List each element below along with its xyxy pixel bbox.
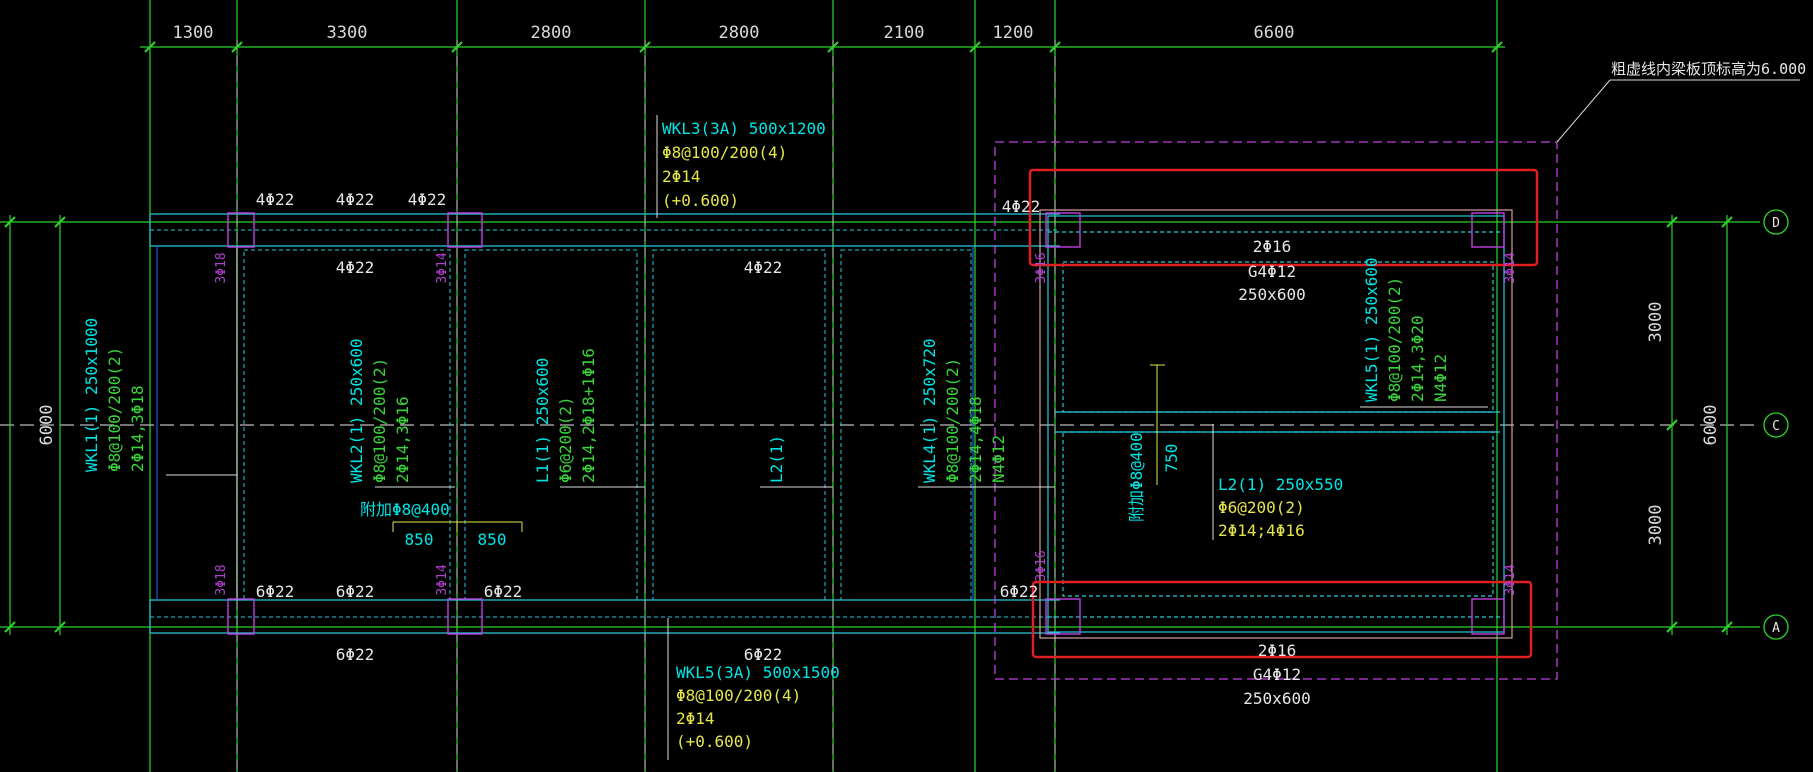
wkl1-line-2: Φ8@100/200(2) — [105, 347, 124, 472]
right-top-beam-labels: 2Φ16 G4Φ12 250x600 — [1238, 237, 1305, 304]
top-beam-size: 250x600 — [1238, 285, 1305, 304]
wkl5-1-annotation: WKL5(1) 250x600 Φ8@100/200(2) 2Φ14,3Φ20 … — [1362, 258, 1450, 403]
rebar-top-4: 4Φ22 — [1002, 197, 1041, 216]
spacing-850-left: 850 — [405, 530, 434, 549]
col-rebar-6: 3Φ14 — [435, 564, 450, 595]
dim-6600: 6600 — [1254, 23, 1295, 43]
bottom-rebar-labels: 6Φ22 6Φ22 6Φ22 6Φ22 6Φ22 6Φ22 — [256, 582, 1039, 664]
wkl2-line-2: Φ8@100/200(2) — [370, 358, 389, 483]
wkl3-line-3: 2Φ14 — [662, 167, 701, 186]
l1-line-2: Φ6@200(2) — [556, 396, 575, 483]
wkl5-3a-line-3: 2Φ14 — [676, 709, 715, 728]
dim-3300: 3300 — [327, 23, 368, 43]
col-rebar-8: 3Φ14 — [1503, 564, 1518, 595]
rebar-bot-2: 6Φ22 — [336, 582, 375, 601]
wkl2-line-3: 2Φ14,3Φ16 — [393, 396, 412, 483]
wkl2-annotation: WKL2(1) 250x600 Φ8@100/200(2) 2Φ14,3Φ16 — [347, 339, 412, 484]
add-hoop-label-1: 附加Φ8@400 — [360, 500, 450, 519]
wkl4-line-4: N4Φ12 — [989, 435, 1008, 483]
wkl5-3a-line-1: WKL5(3A) 500x1500 — [676, 663, 840, 682]
wkl1-annotation: WKL1(1) 250x1000 Φ8@100/200(2) 2Φ14,3Φ18 — [82, 318, 147, 472]
axis-label-c: C — [1772, 419, 1780, 434]
axis-label-d: D — [1772, 216, 1780, 231]
dim-2100: 2100 — [884, 23, 925, 43]
wkl5-1-line-1: WKL5(1) 250x600 — [1362, 258, 1381, 403]
rebar-top-1: 4Φ22 — [256, 190, 295, 209]
wkl3-annotation: WKL3(3A) 500x1200 Φ8@100/200(4) 2Φ14 (+0… — [662, 119, 826, 210]
wkl5-1-line-4: N4Φ12 — [1431, 354, 1450, 402]
dim-2800b: 2800 — [719, 23, 760, 43]
rebar-top-inner-1: 4Φ22 — [336, 258, 375, 277]
wkl5-3a-line-4: (+0.600) — [676, 732, 753, 751]
wkl3-line-2: Φ8@100/200(4) — [662, 143, 787, 162]
l1-line-3: 2Φ14,2Φ18+1Φ16 — [579, 348, 598, 483]
elevation-note: 粗虚线内梁板顶标高为6.000 — [1611, 60, 1806, 78]
l2-full-line-1: L2(1) 250x550 — [1218, 475, 1343, 494]
l2-short-label: L2(1) — [767, 435, 786, 483]
dim-2800a: 2800 — [531, 23, 572, 43]
rebar-bot-1: 6Φ22 — [256, 582, 295, 601]
wkl5-3a-annotation: WKL5(3A) 500x1500 Φ8@100/200(4) 2Φ14 (+0… — [676, 663, 840, 751]
wkl4-line-1: WKL4(1) 250x720 — [920, 339, 939, 484]
wkl5-1-line-3: 2Φ14,3Φ20 — [1408, 315, 1427, 402]
add-hoop-label-2: 附加Φ8@400 — [1127, 432, 1146, 522]
bottom-beam-rebar: 2Φ16 — [1258, 641, 1297, 660]
top-dimension-line — [140, 41, 1505, 53]
dim-right-6000: 6000 — [1701, 405, 1721, 446]
wkl5-1-line-2: Φ8@100/200(2) — [1385, 277, 1404, 402]
wkl3-line-4: (+0.600) — [662, 191, 739, 210]
right-bottom-beam-labels: 2Φ16 G4Φ12 250x600 — [1243, 641, 1310, 708]
dim-1200: 1200 — [993, 23, 1034, 43]
spacing-850-right: 850 — [478, 530, 507, 549]
wkl3-line-1: WKL3(3A) 500x1200 — [662, 119, 826, 138]
bottom-beam-g: G4Φ12 — [1253, 665, 1301, 684]
dim-1300: 1300 — [173, 23, 214, 43]
spacing-750: 750 — [1162, 444, 1181, 473]
col-rebar-2: 3Φ14 — [435, 252, 450, 283]
wkl4-line-3: 2Φ14,4Φ18 — [966, 396, 985, 483]
rebar-bot-3: 6Φ22 — [484, 582, 523, 601]
l2-full-line-2: Φ6@200(2) — [1218, 498, 1305, 517]
wkl4-line-2: Φ8@100/200(2) — [943, 358, 962, 483]
dim-left-6000: 6000 — [37, 405, 57, 446]
dim-right-3000a: 3000 — [1646, 302, 1666, 343]
col-rebar-4: 3Φ14 — [1503, 252, 1518, 283]
rebar-bot-outer-1: 6Φ22 — [336, 645, 375, 664]
l2-full-line-3: 2Φ14;4Φ16 — [1218, 521, 1305, 540]
bottom-beam-size: 250x600 — [1243, 689, 1310, 708]
rebar-top-2: 4Φ22 — [336, 190, 375, 209]
col-rebar-1: 3Φ18 — [214, 252, 229, 283]
rebar-top-inner-2: 4Φ22 — [744, 258, 783, 277]
l1-annotation: L1(1) 250x600 Φ6@200(2) 2Φ14,2Φ18+1Φ16 — [533, 348, 598, 483]
rebar-bot-outer-2: 6Φ22 — [744, 645, 783, 664]
wkl1-line-1: WKL1(1) 250x1000 — [82, 318, 101, 472]
dim-right-3000b: 3000 — [1646, 505, 1666, 546]
top-dimensions: 1300 3300 2800 2800 2100 1200 6600 — [173, 23, 1295, 43]
l2-full-annotation: L2(1) 250x550 Φ6@200(2) 2Φ14;4Φ16 — [1218, 475, 1343, 540]
wkl1-line-3: 2Φ14,3Φ18 — [128, 385, 147, 472]
wkl5-3a-line-2: Φ8@100/200(4) — [676, 686, 801, 705]
top-rebar-labels: 4Φ22 4Φ22 4Φ22 4Φ22 4Φ22 4Φ22 — [256, 190, 1041, 277]
structural-drawing: 1300 3300 2800 2800 2100 1200 6600 6000 … — [0, 0, 1806, 772]
wkl2-line-1: WKL2(1) 250x600 — [347, 339, 366, 484]
rebar-bot-4: 6Φ22 — [1000, 582, 1039, 601]
axis-label-a: A — [1772, 621, 1780, 636]
top-beam-g: G4Φ12 — [1248, 262, 1296, 281]
l1-line-1: L1(1) 250x600 — [533, 358, 552, 483]
col-rebar-7: 3Φ16 — [1034, 550, 1049, 581]
columns — [227, 212, 1505, 635]
rebar-top-3: 4Φ22 — [408, 190, 447, 209]
top-beam-rebar: 2Φ16 — [1253, 237, 1292, 256]
col-rebar-5: 3Φ18 — [214, 564, 229, 595]
col-rebar-3: 3Φ16 — [1034, 252, 1049, 283]
